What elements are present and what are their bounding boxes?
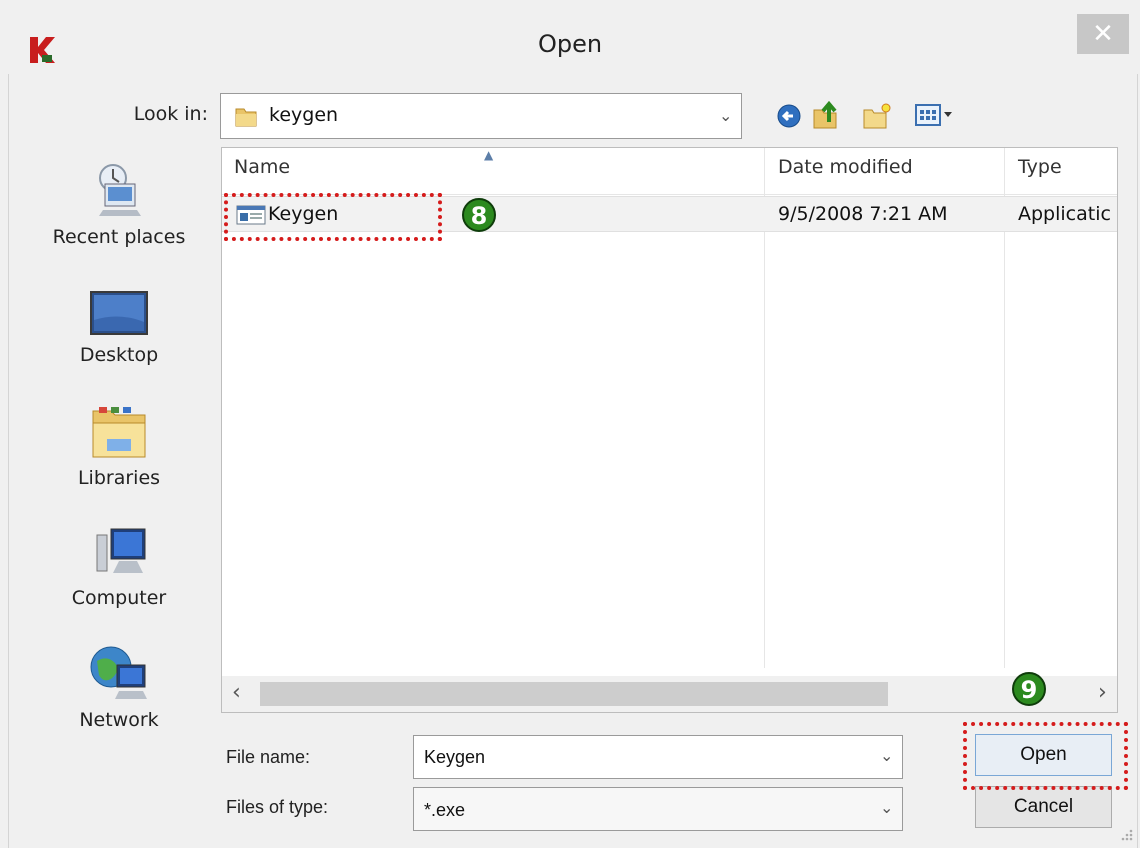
highlight-marker-open [963, 722, 1128, 790]
look-in-label: Look in: [133, 103, 208, 125]
places-bar: Recent places Desktop Libraries Computer… [22, 145, 216, 745]
dialog-title: Open [537, 30, 603, 58]
place-computer[interactable]: Computer [22, 525, 216, 609]
close-button[interactable]: ✕ [1077, 14, 1129, 54]
place-desktop[interactable]: Desktop [22, 290, 216, 366]
column-header-name[interactable]: Name [234, 156, 290, 178]
file-name-value: Keygen [424, 747, 486, 767]
view-menu-icon[interactable] [914, 100, 958, 130]
file-date: 9/5/2008 7:21 AM [778, 203, 948, 225]
file-name-label: File name: [226, 747, 311, 767]
file-name-input[interactable]: Keygen ⌄ [413, 735, 903, 779]
libraries-icon [92, 407, 146, 458]
file-type: Applicatic [1018, 203, 1111, 225]
column-header-type[interactable]: Type [1018, 156, 1062, 178]
chevron-down-icon[interactable]: ⌄ [880, 746, 893, 765]
scrollbar-thumb[interactable] [260, 682, 888, 706]
sort-ascending-icon: ▲ [484, 148, 494, 162]
chevron-down-icon[interactable]: ⌄ [880, 798, 893, 817]
place-network[interactable]: Network [22, 643, 216, 731]
column-header-date[interactable]: Date modified [778, 156, 913, 178]
open-dialog: Open ✕ Look in: keygen ⌄ Recent places D… [0, 0, 1140, 848]
step-badge-9: 9 [1012, 672, 1046, 706]
recent-places-icon [99, 164, 141, 216]
place-recent-places[interactable]: Recent places [22, 160, 216, 248]
network-icon [90, 646, 147, 699]
scroll-right-icon[interactable]: › [1098, 680, 1107, 705]
new-folder-icon[interactable] [862, 100, 892, 130]
chevron-down-icon: ⌄ [719, 106, 733, 125]
place-label: Libraries [77, 467, 161, 489]
resize-grip-icon[interactable] [1118, 826, 1134, 842]
horizontal-scrollbar[interactable]: ‹ › [222, 676, 1117, 712]
computer-icon [96, 528, 146, 573]
file-type-select[interactable]: *.exe ⌄ [413, 787, 903, 831]
scroll-left-icon[interactable]: ‹ [232, 680, 241, 705]
file-type-label: Files of type: [226, 797, 329, 817]
look-in-value: keygen [269, 104, 339, 126]
desktop-icon [90, 291, 148, 335]
file-type-value: *.exe [424, 800, 466, 820]
up-folder-icon[interactable] [812, 100, 842, 130]
place-label: Desktop [79, 344, 159, 366]
look-in-combo[interactable]: keygen ⌄ [220, 93, 742, 139]
place-label: Network [79, 709, 159, 731]
back-icon[interactable] [776, 100, 802, 130]
place-label: Recent places [52, 226, 186, 248]
folder-icon [235, 108, 257, 127]
place-label: Computer [71, 587, 167, 609]
step-badge-8: 8 [462, 198, 496, 232]
cancel-button[interactable]: Cancel [975, 786, 1112, 828]
place-libraries[interactable]: Libraries [22, 405, 216, 489]
highlight-marker-file [224, 193, 442, 241]
